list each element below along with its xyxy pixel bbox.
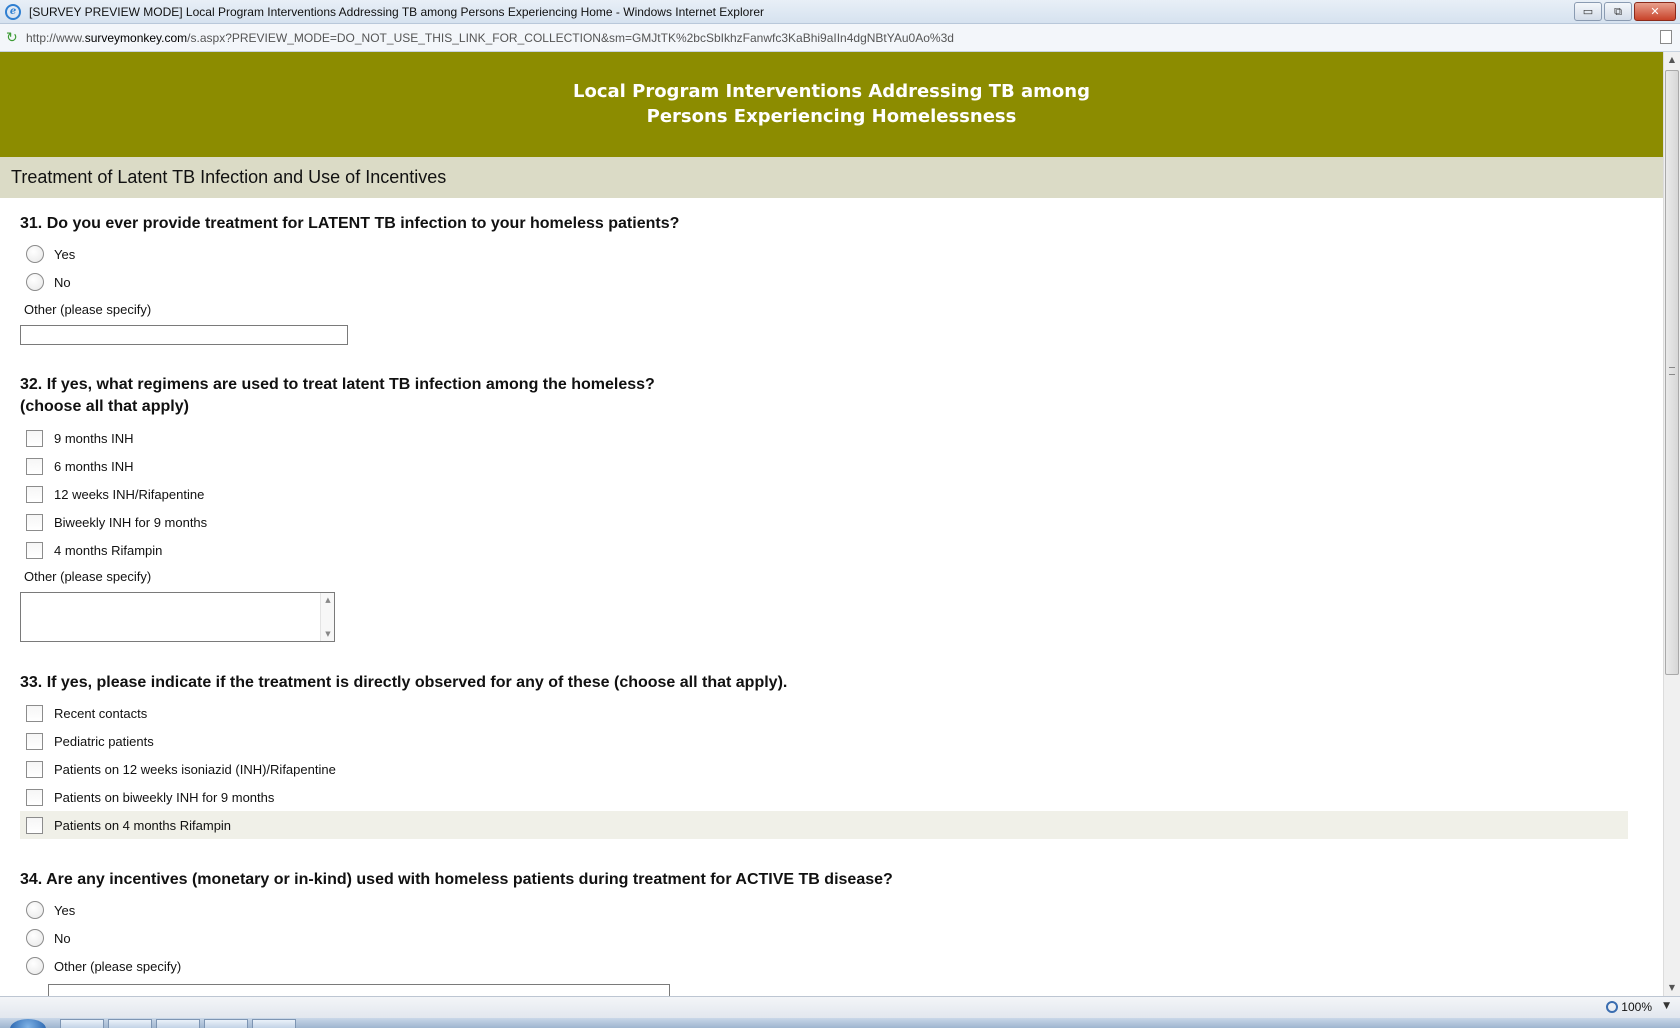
option-label: Pediatric patients [54, 733, 154, 749]
q34-radio-other[interactable] [26, 957, 44, 975]
start-button[interactable] [10, 1019, 46, 1028]
zoom-control[interactable]: 100% [1606, 1000, 1652, 1014]
q34-option-other[interactable]: Other (please specify) [20, 952, 181, 980]
q32-checkbox-5[interactable] [26, 541, 43, 559]
minimize-button[interactable]: ▭ [1574, 2, 1602, 21]
q33-checkbox-2[interactable] [26, 732, 43, 750]
question-32-title-line-2: (choose all that apply) [20, 398, 189, 415]
scroll-up-arrow-icon[interactable]: ▲ [1664, 52, 1680, 68]
compatibility-view-icon[interactable] [1660, 30, 1672, 44]
q33-option-12-weeks[interactable]: Patients on 12 weeks isoniazid (INH)/Rif… [20, 755, 336, 783]
q33-option-biweekly[interactable]: Patients on biweekly INH for 9 months [20, 783, 274, 811]
q33-option-recent-contacts[interactable]: Recent contacts [20, 699, 147, 727]
option-label: Other (please specify) [54, 958, 182, 974]
option-label: 9 months INH [54, 430, 134, 446]
question-32-title-line-1: 32. If yes, what regimens are used to tr… [20, 376, 655, 393]
q32-other-label: Other (please specify) [24, 569, 152, 584]
scroll-down-arrow-icon[interactable]: ▼ [321, 628, 335, 640]
q31-radio-no[interactable] [26, 273, 44, 291]
q32-option-12-weeks[interactable]: 12 weeks INH/Rifapentine [20, 480, 204, 508]
question-31-title: 31. Do you ever provide treatment for LA… [20, 215, 680, 232]
q33-checkbox-4[interactable] [26, 788, 43, 806]
option-label: Yes [54, 902, 76, 918]
q32-other-textarea[interactable]: ▲ ▼ [20, 592, 335, 642]
status-bar: 100% ▼ [0, 996, 1680, 1018]
q32-checkbox-1[interactable] [26, 429, 43, 447]
taskbar-button[interactable] [60, 1019, 104, 1028]
survey-title-line-1: Local Program Interventions Addressing T… [573, 81, 1090, 102]
zoom-dropdown-icon[interactable]: ▼ [1663, 1001, 1670, 1011]
option-label: Biweekly INH for 9 months [54, 514, 208, 530]
q34-option-no[interactable]: No [20, 924, 71, 952]
textarea-scrollbar[interactable]: ▲ ▼ [320, 593, 334, 641]
url-prefix: http://www. [26, 30, 85, 45]
q32-checkbox-3[interactable] [26, 485, 43, 503]
q33-checkbox-1[interactable] [26, 704, 43, 722]
question-34-title: 34. Are any incentives (monetary or in-k… [20, 871, 893, 888]
q32-option-biweekly-inh[interactable]: Biweekly INH for 9 months [20, 508, 207, 536]
q31-other-input[interactable] [20, 325, 348, 345]
taskbar-button[interactable] [156, 1019, 200, 1028]
url-field[interactable]: http://www.surveymonkey.com/s.aspx?PREVI… [26, 31, 954, 45]
close-button[interactable]: ✕ [1634, 2, 1676, 21]
address-bar[interactable]: ↻ http://www.surveymonkey.com/s.aspx?PRE… [0, 24, 1680, 52]
hovered-row-highlight [20, 811, 1628, 839]
window-controls: ▭ ⧉ ✕ [1572, 2, 1676, 21]
zoom-level: 100% [1621, 1000, 1652, 1014]
q32-checkbox-2[interactable] [26, 457, 43, 475]
question-32-title: 32. If yes, what regimens are used to tr… [20, 374, 655, 418]
q34-radio-yes[interactable] [26, 901, 44, 919]
option-label: 12 weeks INH/Rifapentine [54, 486, 205, 502]
option-label: Patients on 4 months Rifampin [54, 817, 232, 833]
restore-button[interactable]: ⧉ [1604, 2, 1632, 21]
page-scrollbar[interactable]: ▲ ▼ [1663, 52, 1680, 996]
taskbar-button[interactable] [108, 1019, 152, 1028]
taskbar-button[interactable] [204, 1019, 248, 1028]
page-content: Local Program Interventions Addressing T… [0, 52, 1663, 996]
q32-option-9-months-inh[interactable]: 9 months INH [20, 424, 133, 452]
q33-checkbox-3[interactable] [26, 760, 43, 778]
q33-option-4-months-rifampin[interactable]: Patients on 4 months Rifampin [20, 811, 231, 839]
scrollbar-grip [1669, 367, 1675, 375]
q31-other-label: Other (please specify) [24, 302, 152, 317]
scroll-up-arrow-icon[interactable]: ▲ [321, 594, 335, 606]
url-path: /s.aspx?PREVIEW_MODE=DO_NOT_USE_THIS_LIN… [187, 30, 954, 45]
q34-radio-no[interactable] [26, 929, 44, 947]
q33-option-pediatric[interactable]: Pediatric patients [20, 727, 154, 755]
option-label: 6 months INH [54, 458, 134, 474]
url-host: surveymonkey.com [84, 30, 188, 45]
option-label: No [54, 274, 71, 290]
q31-radio-yes[interactable] [26, 245, 44, 263]
option-label: Patients on biweekly INH for 9 months [54, 789, 275, 805]
window-title: [SURVEY PREVIEW MODE] Local Program Inte… [29, 4, 764, 19]
page-loading-icon: ↻ [6, 29, 18, 46]
q33-checkbox-5[interactable] [26, 816, 43, 834]
q32-option-4-months-rifampin[interactable]: 4 months Rifampin [20, 536, 162, 564]
windows-taskbar [0, 1018, 1680, 1028]
q31-option-no[interactable]: No [20, 268, 71, 296]
option-label: Patients on 12 weeks isoniazid (INH)/Rif… [54, 761, 336, 777]
option-label: No [54, 930, 71, 946]
question-33-title: 33. If yes, please indicate if the treat… [20, 674, 788, 691]
q31-option-yes[interactable]: Yes [20, 240, 75, 268]
internet-explorer-icon: e [5, 3, 21, 20]
scroll-down-arrow-icon[interactable]: ▼ [1664, 980, 1680, 996]
option-label: 4 months Rifampin [54, 542, 163, 558]
page-title: Treatment of Latent TB Infection and Use… [0, 157, 1663, 198]
q32-option-6-months-inh[interactable]: 6 months INH [20, 452, 133, 480]
option-label: Recent contacts [54, 705, 148, 721]
survey-header: Local Program Interventions Addressing T… [0, 52, 1663, 157]
zoom-icon [1606, 1001, 1619, 1013]
taskbar-button[interactable] [252, 1019, 296, 1028]
q32-checkbox-4[interactable] [26, 513, 43, 531]
survey-title-line-2: Persons Experiencing Homelessness [646, 106, 1017, 127]
q34-option-yes[interactable]: Yes [20, 896, 75, 924]
q34-other-input[interactable] [48, 984, 670, 996]
scrollbar-thumb[interactable] [1665, 70, 1679, 675]
option-label: Yes [54, 246, 76, 262]
window-titlebar: e [SURVEY PREVIEW MODE] Local Program In… [0, 0, 1680, 24]
